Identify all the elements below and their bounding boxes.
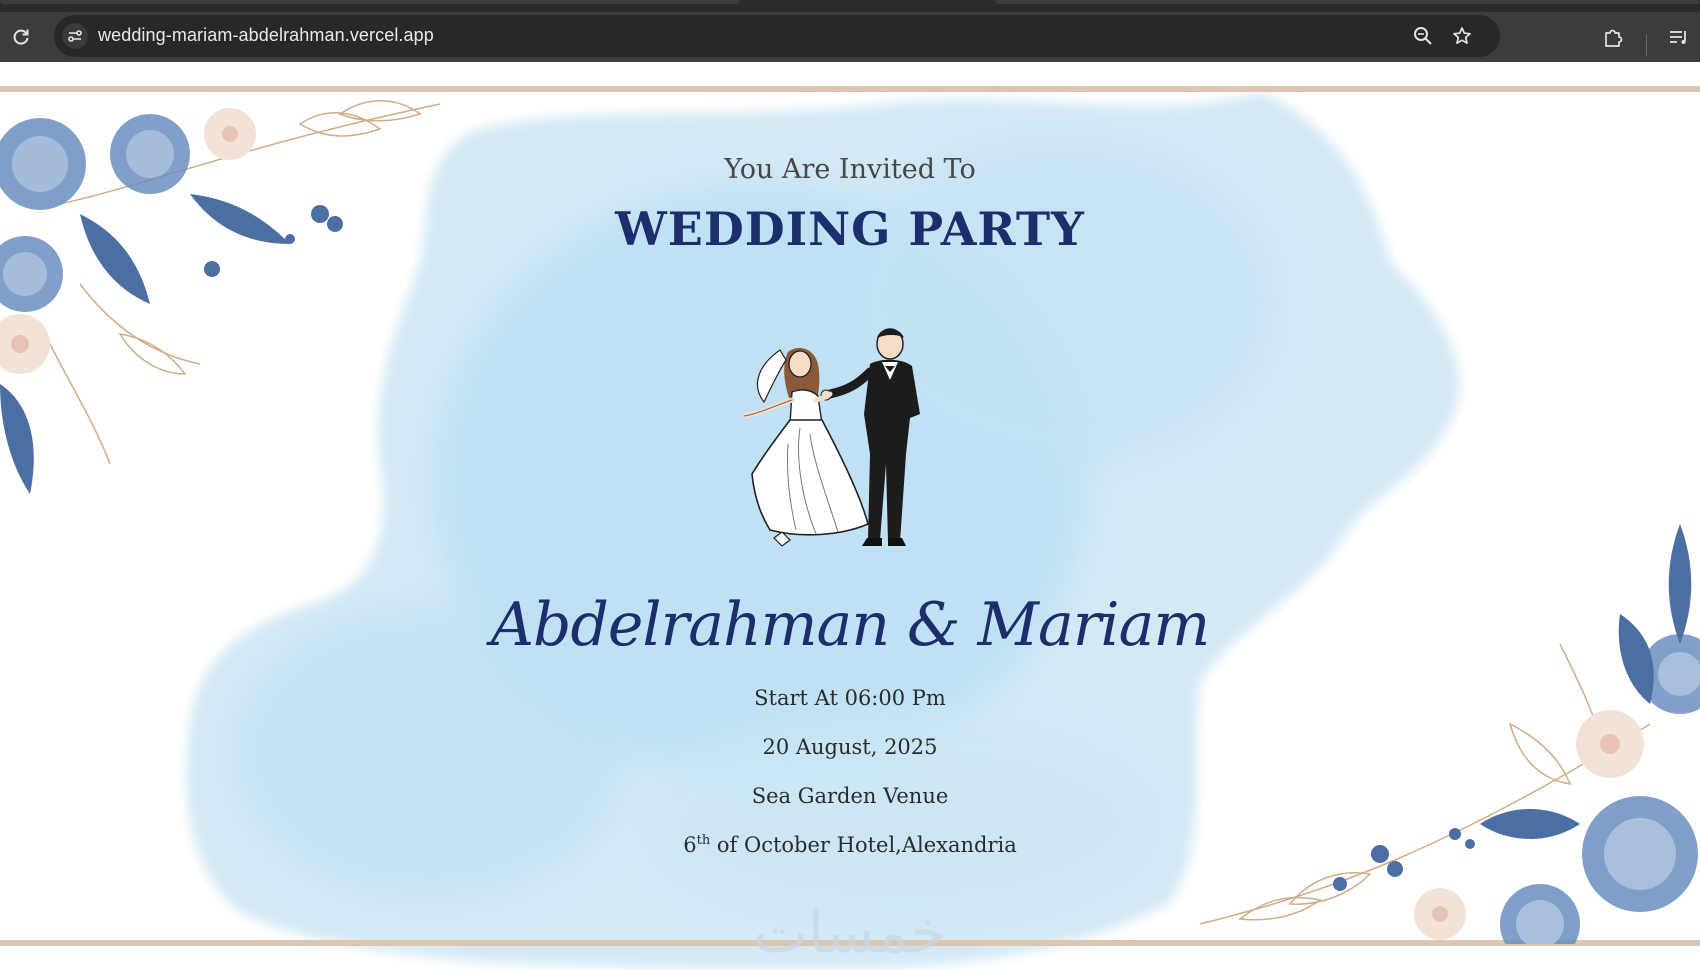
reload-icon[interactable] [8,24,34,50]
site-info-icon[interactable] [62,23,88,49]
invitation-intro: You Are Invited To [724,154,976,185]
tab-strip [0,0,1700,12]
watermark: خمسات [753,898,947,966]
toolbar-separator [1646,34,1647,56]
invitation-page: You Are Invited To WEDDING PARTY Abdelra… [0,62,1700,970]
tab-edge-right [995,0,1700,4]
event-location: 6th of October Hotel,Alexandria [0,833,1700,857]
zoom-icon[interactable] [1411,24,1435,48]
bride-and-groom-illustration [741,328,920,547]
address-bar[interactable]: wedding-mariam-abdelrahman.vercel.app [54,15,1500,57]
browser-toolbar: wedding-mariam-abdelrahman.vercel.app [0,12,1700,62]
couple-names: Abdelrahman & Mariam [490,590,1211,660]
event-date: 20 August, 2025 [762,735,938,759]
reading-list-icon[interactable] [1665,24,1691,50]
invitation-title: WEDDING PARTY [615,202,1085,256]
location-ordinal-suffix: th [696,833,711,848]
location-text: of October Hotel,Alexandria [710,833,1017,857]
invitation-card: You Are Invited To WEDDING PARTY Abdelra… [0,62,1700,970]
url-text[interactable]: wedding-mariam-abdelrahman.vercel.app [98,25,434,46]
bookmark-star-icon[interactable] [1450,24,1474,48]
tab-edge-left [0,0,740,4]
event-venue: Sea Garden Venue [751,784,949,808]
location-ordinal: 6 [683,833,697,857]
event-time: Start At 06:00 Pm [754,686,946,710]
extensions-icon[interactable] [1600,24,1626,50]
